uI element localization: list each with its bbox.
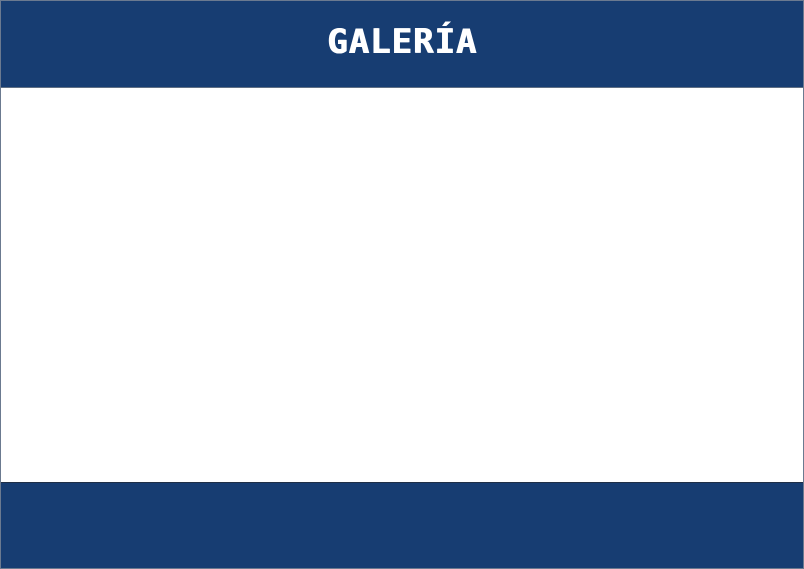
gallery-content-area: [1, 88, 803, 482]
page-title: GALERÍA: [326, 22, 478, 62]
gallery-screen: GALERÍA: [0, 0, 804, 569]
footer-bar: [1, 482, 803, 568]
header-bar: GALERÍA: [1, 1, 803, 88]
